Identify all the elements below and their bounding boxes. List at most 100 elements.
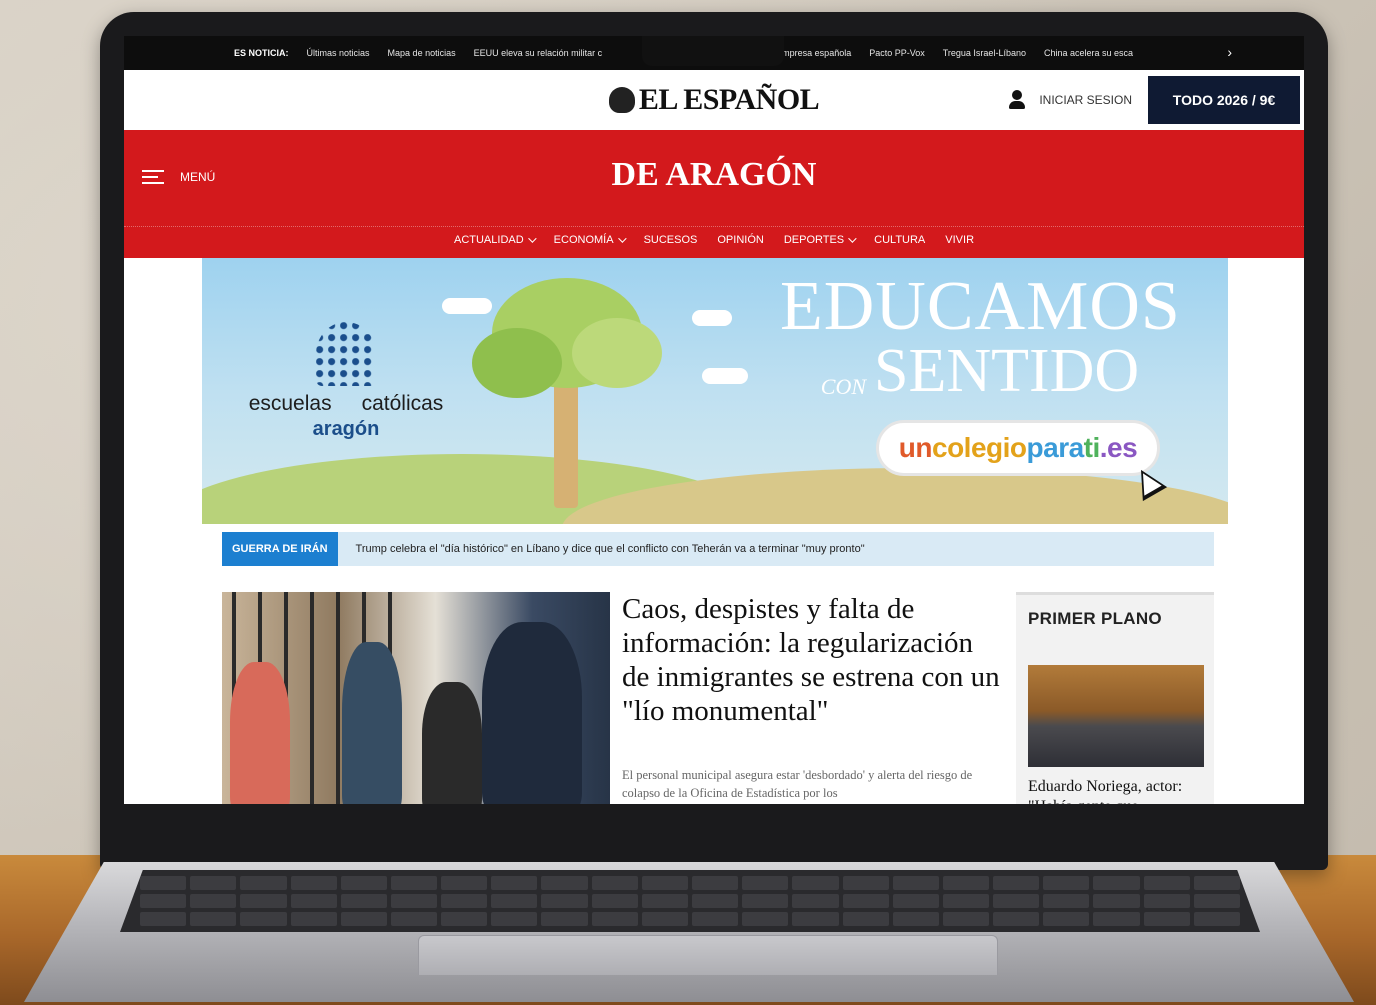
brand-word: católicas	[361, 392, 444, 415]
sidebar-caption[interactable]: Eduardo Noriega, actor: "Había gente que	[1028, 777, 1204, 804]
ticker-item[interactable]: Pacto PP-Vox	[869, 48, 925, 58]
keyboard-key	[842, 876, 889, 890]
keyboard-key	[390, 894, 438, 908]
keyboard-key	[240, 894, 287, 908]
ad-url-part: un	[898, 432, 933, 463]
nav-item-opinion[interactable]: OPINIÓN	[717, 234, 763, 246]
keyboard-key	[491, 876, 538, 890]
keyboard-key	[892, 894, 939, 908]
sidebar-primer-plano: PRIMER PLANO Eduardo Noriega, actor: "Ha…	[1016, 592, 1214, 804]
keyboard-key	[441, 894, 488, 908]
tree-illustration	[554, 368, 578, 508]
keyboard-key	[140, 876, 187, 890]
keyboard-key	[390, 876, 438, 890]
keyboard-key	[190, 876, 237, 890]
ad-url-pill[interactable]: un colegio para ti .es	[876, 420, 1160, 476]
keyboard-key	[1143, 876, 1190, 890]
keyboard-key	[140, 912, 187, 926]
breaking-news-bar[interactable]: GUERRA DE IRÁN Trump celebra el "día his…	[222, 532, 1214, 566]
ad-title: EDUCAMOS CON SENTIDO	[780, 268, 1181, 405]
laptop-bezel	[124, 804, 1304, 860]
keyboard-key	[1093, 876, 1140, 890]
keyboard-key	[390, 912, 438, 926]
keyboard-key	[340, 876, 387, 890]
ad-banner[interactable]: escuelas católicas aragón EDUCAMOS CON SE…	[202, 258, 1228, 524]
ticker-item[interactable]: Tregua Israel-Líbano	[943, 48, 1026, 58]
chevron-down-icon	[848, 234, 857, 243]
keyboard-key	[290, 876, 337, 890]
keyboard-key	[993, 876, 1040, 890]
tree-canopy	[472, 328, 562, 398]
camera-notch	[642, 36, 784, 66]
keyboard-key	[692, 912, 739, 926]
ad-title-con: CON	[820, 374, 867, 400]
tree-canopy	[572, 318, 662, 388]
site-logo[interactable]: EL ESPAÑOL	[608, 83, 820, 117]
tree-logo-icon	[316, 322, 376, 386]
chevron-down-icon	[527, 234, 537, 243]
keyboard-key	[290, 894, 337, 908]
keyboard-key	[792, 894, 839, 908]
keyboard-key	[641, 912, 688, 926]
section-title[interactable]: DE ARAGÓN	[124, 156, 1304, 194]
keyboard-key	[541, 876, 588, 890]
keyboard-key	[993, 894, 1040, 908]
ad-url-part: colegio	[932, 432, 1027, 463]
ticker-item[interactable]: China acelera su esca	[1044, 48, 1133, 58]
keyboard-key	[340, 912, 387, 926]
keyboard-key	[441, 912, 488, 926]
ad-url-part: ti	[1083, 432, 1101, 463]
laptop-keyboard	[120, 870, 1260, 932]
keyboard-key	[541, 912, 588, 926]
keyboard-key	[1093, 912, 1140, 926]
section-nav: ACTUALIDAD ECONOMÍA SUCESOS OPINIÓN DEPO…	[124, 234, 1304, 246]
keyboard-key	[190, 894, 237, 908]
keyboard-key	[1193, 876, 1240, 890]
keyboard-key	[1193, 912, 1240, 926]
keyboard-key	[692, 894, 739, 908]
keyboard-key	[591, 894, 638, 908]
ad-title-line2: SENTIDO	[874, 337, 1140, 405]
keyboard-key	[692, 876, 739, 890]
keyboard-key	[491, 912, 538, 926]
nav-item-sucesos[interactable]: SUCESOS	[644, 234, 698, 246]
cloud-shape	[442, 298, 492, 314]
keyboard-key	[742, 876, 789, 890]
article-photo[interactable]	[222, 592, 610, 804]
ad-url-part: para	[1026, 432, 1085, 463]
nav-item-actualidad[interactable]: ACTUALIDAD	[454, 234, 537, 246]
person-figure	[342, 642, 402, 804]
user-icon	[1007, 88, 1027, 112]
breaking-tag[interactable]: GUERRA DE IRÁN	[222, 532, 338, 566]
ticker-item[interactable]: Últimas noticias	[307, 48, 370, 58]
ad-title-line1: EDUCAMOS	[780, 268, 1181, 345]
ticker-next-icon[interactable]: ›	[1227, 44, 1232, 60]
section-header: MENÚ DE ARAGÓN ACTUALIDAD ECONOMÍA SUCES…	[124, 130, 1304, 258]
keyboard-key	[942, 912, 990, 926]
logo-text: EL ESPAÑOL	[638, 83, 820, 116]
keyboard-key	[591, 876, 638, 890]
nav-item-economia[interactable]: ECONOMÍA	[554, 234, 627, 246]
brand-word: escuelas	[248, 392, 332, 415]
sidebar-photo[interactable]	[1028, 665, 1204, 767]
keyboard-key	[742, 912, 789, 926]
lion-logo-icon	[608, 87, 635, 113]
nav-item-deportes[interactable]: DEPORTES	[784, 234, 857, 246]
keyboard-key	[942, 894, 990, 908]
divider	[124, 226, 1304, 227]
ticker-item[interactable]: EEUU eleva su relación militar c	[474, 48, 603, 58]
article-headline[interactable]: Caos, despistes y falta de información: …	[622, 592, 1002, 728]
keyboard-key	[842, 912, 889, 926]
nav-item-vivir[interactable]: VIVIR	[945, 234, 974, 246]
cloud-shape	[702, 368, 748, 384]
keyboard-key	[792, 876, 839, 890]
nav-item-cultura[interactable]: CULTURA	[874, 234, 925, 246]
keyboard-key	[1143, 894, 1190, 908]
subscribe-button[interactable]: TODO 2026 / 9€	[1148, 76, 1300, 124]
ticker-item[interactable]: Mapa de noticias	[388, 48, 456, 58]
login-link[interactable]: INICIAR SESION	[1007, 88, 1132, 112]
breaking-text[interactable]: Trump celebra el "día histórico" en Líba…	[356, 543, 865, 555]
keyboard-key	[290, 912, 337, 926]
keyboard-key	[491, 894, 538, 908]
browser-screen: ES NOTICIA: Últimas noticias Mapa de not…	[124, 36, 1304, 804]
